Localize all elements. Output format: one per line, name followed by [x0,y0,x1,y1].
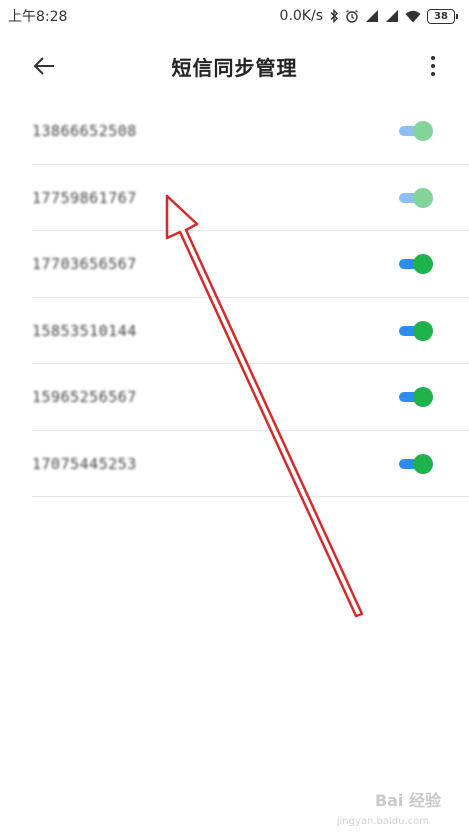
sync-toggle[interactable] [399,187,433,208]
bluetooth-icon [329,9,339,23]
sync-toggle[interactable] [399,121,433,142]
toggle-knob [413,254,433,275]
wifi-icon [405,10,421,23]
toggle-knob [413,320,433,341]
watermark-url: jingyan.baidu.com [336,816,429,827]
more-options-button[interactable] [421,50,445,82]
signal-icon [365,9,379,23]
list-item: 17703656567 [0,231,469,298]
list-item: 15853510144 [0,298,469,365]
status-bar: 上午8:28 0.0K/s 38 [0,0,469,32]
battery-icon: 38 [427,8,458,24]
phone-number: 17759861767 [32,188,137,207]
phone-number: 17703656567 [32,255,137,274]
sync-toggle[interactable] [399,254,433,275]
page-title: 短信同步管理 [171,56,298,80]
title-bar: 短信同步管理 [0,36,469,96]
alarm-icon [345,9,359,23]
toggle-knob [413,187,433,208]
toggle-knob [413,121,433,142]
list-item: 13866652508 [0,98,469,165]
phone-number: 15853510144 [32,321,137,340]
toggle-knob [413,453,433,474]
more-vertical-icon [431,56,435,76]
signal-icon-2 [385,9,399,23]
watermark-logo: Bai 经验 [374,791,441,810]
status-time: 上午8:28 [8,9,68,25]
contact-list: 13866652508 17759861767 17703656567 1585… [0,98,469,497]
status-icons: 0.0K/s 38 [279,8,458,24]
phone-number: 15965256567 [32,388,137,407]
toggle-knob [413,387,433,408]
list-item: 15965256567 [0,364,469,431]
sync-toggle[interactable] [399,387,433,408]
phone-number: 13866652508 [32,122,137,141]
net-speed: 0.0K/s [279,8,323,24]
sync-toggle[interactable] [399,453,433,474]
phone-number: 17075445253 [32,454,137,473]
list-item: 17075445253 [0,431,469,498]
sync-toggle[interactable] [399,320,433,341]
list-item: 17759861767 [0,165,469,232]
